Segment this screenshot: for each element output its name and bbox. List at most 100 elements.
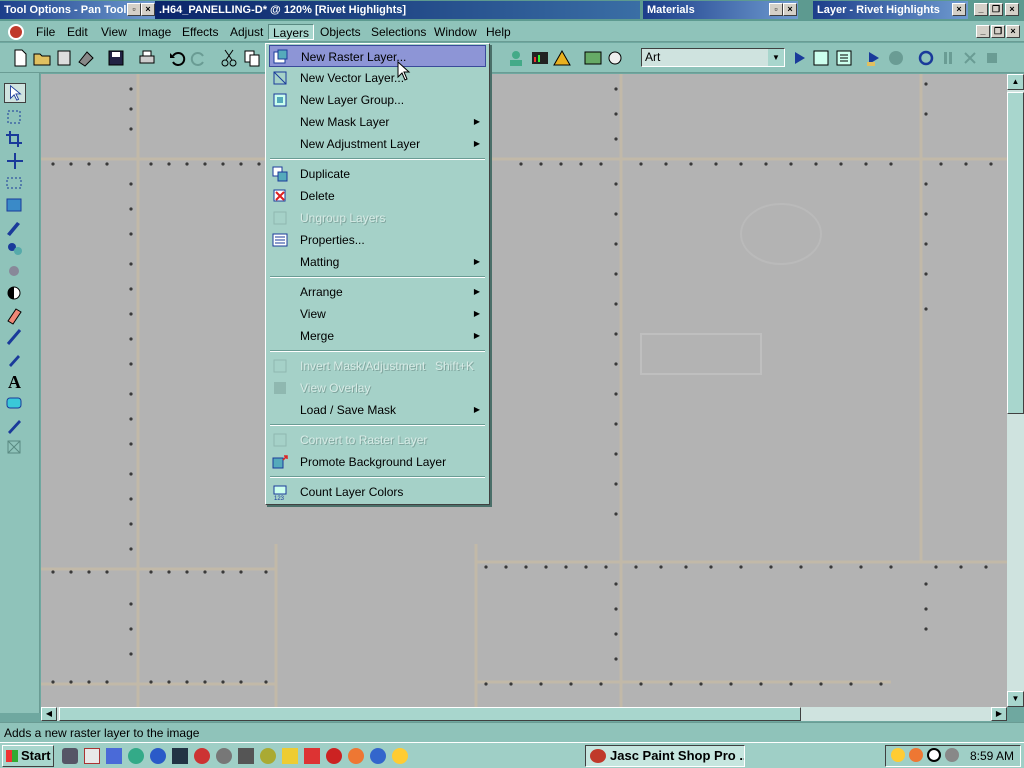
image-icon[interactable]	[583, 48, 603, 68]
menu-view[interactable]: View	[97, 24, 131, 40]
quicklaunch-icon[interactable]	[84, 748, 100, 764]
menu-item-new-adjustment-layer[interactable]: New Adjustment Layer ▶	[269, 133, 486, 155]
quicklaunch-icon[interactable]	[194, 748, 210, 764]
menu-objects[interactable]: Objects	[316, 24, 365, 40]
quicklaunch-icon[interactable]	[304, 748, 320, 764]
menu-item-new-vector-layer[interactable]: New Vector Layer...	[269, 67, 486, 89]
run-script-icon[interactable]	[790, 48, 810, 68]
dodge-tool-icon[interactable]	[4, 261, 26, 281]
menu-item-count-layer-colors[interactable]: 123 Count Layer Colors	[269, 481, 486, 503]
materials-restore-button[interactable]: ▫	[769, 3, 783, 16]
horizontal-scroll-thumb[interactable]	[59, 707, 801, 721]
tray-icon[interactable]	[909, 748, 923, 762]
pointer-tool-icon[interactable]	[4, 83, 26, 103]
text-tool-icon[interactable]: A	[4, 371, 26, 391]
deform-tool-icon[interactable]	[4, 195, 26, 215]
quicklaunch-icon[interactable]	[106, 748, 122, 764]
quicklaunch-icon[interactable]	[216, 748, 232, 764]
quicklaunch-icon[interactable]	[172, 748, 188, 764]
histogram-icon[interactable]	[530, 48, 550, 68]
script-output-icon[interactable]	[864, 48, 884, 68]
rectangle-select-icon[interactable]	[4, 173, 26, 193]
picture-tube-icon[interactable]	[4, 327, 26, 347]
print-icon[interactable]	[137, 48, 157, 68]
quicklaunch-icon[interactable]	[370, 748, 386, 764]
quicklaunch-icon[interactable]	[260, 748, 276, 764]
image-canvas[interactable]	[41, 74, 1007, 707]
menu-item-new-layer-group[interactable]: New Layer Group...	[269, 89, 486, 111]
edit-script-icon[interactable]	[811, 48, 831, 68]
tray-icon[interactable]	[891, 748, 905, 762]
menu-layers[interactable]: Layers	[268, 24, 315, 40]
menu-selections[interactable]: Selections	[367, 24, 430, 40]
color-triangle-icon[interactable]	[552, 48, 572, 68]
quicklaunch-icon[interactable]	[238, 748, 254, 764]
minimize-button[interactable]: _	[974, 3, 988, 16]
menu-item-properties[interactable]: Properties...	[269, 229, 486, 251]
copy-icon[interactable]	[242, 48, 262, 68]
doc-minimize-button[interactable]: _	[976, 25, 990, 38]
layer-palette-close-button[interactable]: ×	[952, 3, 966, 16]
script-mode-icon[interactable]	[834, 48, 854, 68]
menu-edit[interactable]: Edit	[63, 24, 92, 40]
app-icon[interactable]	[8, 24, 24, 40]
new-file-icon[interactable]	[10, 48, 30, 68]
tray-icon[interactable]	[927, 748, 941, 762]
menu-item-matting[interactable]: Matting ▶	[269, 251, 486, 273]
doc-close-button[interactable]: ×	[1006, 25, 1020, 38]
toolbar-item-icon[interactable]	[506, 48, 526, 68]
close-button[interactable]: ×	[1005, 3, 1019, 16]
materials-close-button[interactable]: ×	[783, 3, 797, 16]
tool-options-restore-button[interactable]: ▫	[127, 3, 141, 16]
scroll-up-button[interactable]: ▲	[1007, 74, 1024, 90]
menu-item-delete[interactable]: Delete	[269, 185, 486, 207]
save-icon[interactable]	[106, 48, 126, 68]
panel-image[interactable]	[41, 74, 1007, 707]
quicklaunch-icon[interactable]	[326, 748, 342, 764]
layer-palette-title[interactable]: Layer - Rivet Highlights	[813, 1, 968, 19]
start-button[interactable]: Start	[2, 745, 54, 767]
object-selector-icon[interactable]	[4, 437, 26, 457]
script-icon[interactable]	[605, 48, 625, 68]
scroll-right-button[interactable]: ▶	[991, 707, 1007, 721]
vertical-scroll-thumb[interactable]	[1007, 92, 1024, 414]
menu-help[interactable]: Help	[482, 24, 515, 40]
document-title[interactable]: .H64_PANELLING-D* @ 120% [Rivet Highligh…	[155, 1, 640, 19]
selection-tool-icon[interactable]	[4, 107, 26, 127]
open-folder-icon[interactable]	[32, 48, 52, 68]
vertical-scrollbar[interactable]: ▲ ▼	[1007, 74, 1024, 707]
crop-tool-icon[interactable]	[4, 129, 26, 149]
scan-icon[interactable]	[76, 48, 96, 68]
menu-effects[interactable]: Effects	[178, 24, 222, 40]
browse-icon[interactable]	[54, 48, 74, 68]
menu-window[interactable]: Window	[430, 24, 481, 40]
lighten-darken-icon[interactable]	[4, 283, 26, 303]
move-tool-icon[interactable]	[4, 151, 26, 171]
scroll-left-button[interactable]: ◀	[41, 707, 57, 721]
record-icon[interactable]	[916, 48, 936, 68]
menu-item-duplicate[interactable]: Duplicate	[269, 163, 486, 185]
quicklaunch-icon[interactable]	[128, 748, 144, 764]
paint-brush-icon[interactable]	[4, 217, 26, 237]
quicklaunch-icon[interactable]	[150, 748, 166, 764]
menu-item-merge[interactable]: Merge ▶	[269, 325, 486, 347]
menu-item-view[interactable]: View ▶	[269, 303, 486, 325]
menu-item-promote-background[interactable]: Promote Background Layer	[269, 451, 486, 473]
cut-icon[interactable]	[219, 48, 239, 68]
clock[interactable]: 8:59 AM	[970, 749, 1014, 763]
menu-image[interactable]: Image	[134, 24, 175, 40]
scroll-down-button[interactable]: ▼	[1007, 691, 1024, 707]
menu-item-new-mask-layer[interactable]: New Mask Layer ▶	[269, 111, 486, 133]
clone-brush-icon[interactable]	[4, 239, 26, 259]
eraser-tool-icon[interactable]	[4, 305, 26, 325]
taskbar-app-button[interactable]: Jasc Paint Shop Pro ...	[585, 745, 745, 767]
tool-options-close-button[interactable]: ×	[141, 3, 155, 16]
menu-adjust[interactable]: Adjust	[226, 24, 267, 40]
quicklaunch-icon[interactable]	[62, 748, 78, 764]
tray-icon[interactable]	[945, 748, 959, 762]
script-select[interactable]: Art ▼	[641, 48, 785, 67]
horizontal-scrollbar[interactable]: ◀ ▶	[41, 707, 1007, 721]
pen-tool-icon[interactable]	[4, 415, 26, 435]
undo-icon[interactable]	[167, 48, 187, 68]
quicklaunch-icon[interactable]	[348, 748, 364, 764]
